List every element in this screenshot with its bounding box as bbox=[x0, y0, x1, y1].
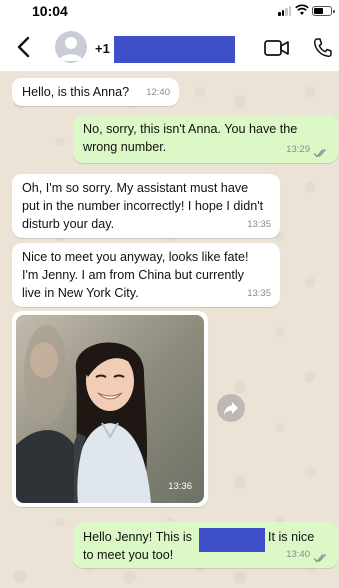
message-text: No, sorry, this isn't Anna. You have the… bbox=[83, 122, 298, 154]
signal-icon bbox=[278, 6, 292, 16]
forward-button[interactable] bbox=[217, 394, 245, 422]
message-incoming[interactable]: Oh, I'm so sorry. My assistant must have… bbox=[12, 174, 280, 238]
back-button[interactable] bbox=[14, 34, 34, 60]
contact-phone-prefix[interactable]: +1 bbox=[95, 41, 110, 56]
message-incoming[interactable]: Nice to meet you anyway, looks like fate… bbox=[12, 243, 280, 307]
message-incoming[interactable]: Hello, is this Anna? 12:40 bbox=[12, 78, 179, 106]
voice-call-button[interactable] bbox=[312, 36, 332, 58]
message-time: 13:40 bbox=[286, 549, 310, 560]
redacted-phone-number bbox=[114, 36, 235, 63]
wifi-icon bbox=[295, 4, 309, 15]
message-photo[interactable]: 13:36 bbox=[12, 311, 208, 507]
woman-portrait-image bbox=[16, 315, 204, 503]
double-check-icon bbox=[313, 554, 326, 563]
message-outgoing[interactable]: Hello Jenny! This is It is nice to meet … bbox=[73, 522, 338, 568]
message-text-end: It is nice bbox=[268, 530, 315, 544]
message-text: Nice to meet you anyway, looks like fate… bbox=[22, 250, 249, 300]
message-outgoing[interactable]: No, sorry, this isn't Anna. You have the… bbox=[73, 115, 338, 163]
video-call-button[interactable] bbox=[263, 37, 291, 59]
message-text-line2: to meet you too! bbox=[83, 548, 174, 562]
phone-icon bbox=[313, 38, 332, 58]
message-time: 13:35 bbox=[247, 288, 271, 299]
battery-icon bbox=[312, 6, 335, 16]
message-time: 12:40 bbox=[146, 87, 170, 98]
shared-photo[interactable]: 13:36 bbox=[16, 315, 204, 503]
status-bar: 10:04 bbox=[0, 0, 339, 22]
person-avatar-icon bbox=[59, 37, 83, 61]
forward-icon bbox=[224, 402, 238, 415]
chat-header: +1 bbox=[0, 22, 339, 72]
video-camera-icon bbox=[264, 40, 289, 56]
contact-avatar[interactable] bbox=[55, 31, 87, 63]
chat-area[interactable]: Hello, is this Anna? 12:40 No, sorry, th… bbox=[0, 72, 339, 588]
message-text-start: Hello Jenny! This is bbox=[83, 530, 192, 544]
message-time: 13:35 bbox=[247, 219, 271, 230]
message-text: Oh, I'm so sorry. My assistant must have… bbox=[22, 181, 264, 231]
status-time: 10:04 bbox=[32, 3, 68, 19]
redacted-name bbox=[199, 528, 265, 552]
message-time: 13:36 bbox=[168, 481, 192, 492]
message-time: 13:29 bbox=[286, 144, 310, 155]
chevron-left-icon bbox=[17, 36, 30, 58]
message-text: Hello, is this Anna? bbox=[22, 85, 130, 99]
double-check-icon bbox=[313, 149, 326, 158]
